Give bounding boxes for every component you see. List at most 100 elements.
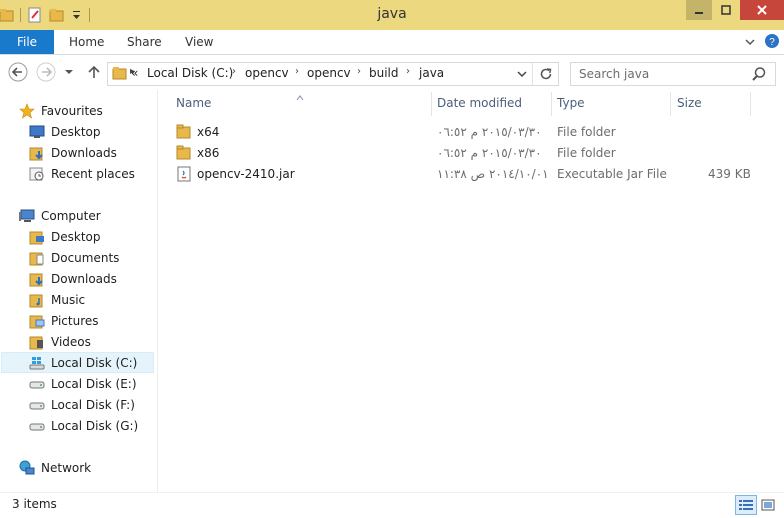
- desktop-folder-icon: [28, 229, 46, 245]
- search-icon[interactable]: [751, 66, 767, 85]
- forward-button[interactable]: [36, 62, 56, 82]
- nav-item-videos[interactable]: Videos: [28, 331, 91, 352]
- nav-item-documents[interactable]: Documents: [28, 247, 119, 268]
- file-list: Name Date modified Type Size x64 ٢٠١٥/٠٣…: [158, 90, 784, 492]
- column-headers: Name Date modified Type Size: [158, 90, 784, 118]
- breadcrumb-separator-icon[interactable]: ›: [295, 66, 299, 77]
- breadcrumb-overflow[interactable]: «: [131, 66, 138, 80]
- navigation-pane: Favourites Desktop Downloads Recent plac…: [0, 90, 158, 492]
- expand-ribbon-button[interactable]: [744, 36, 756, 51]
- up-button[interactable]: [84, 62, 104, 82]
- nav-item-desktop-2[interactable]: Desktop: [28, 226, 101, 247]
- documents-folder-icon: [28, 250, 46, 266]
- column-divider: [431, 92, 432, 116]
- column-header-type[interactable]: Type: [557, 96, 585, 110]
- downloads-folder-icon: [28, 145, 46, 161]
- up-arrow-icon: [88, 65, 100, 78]
- column-divider: [670, 92, 671, 116]
- column-divider: [750, 92, 751, 116]
- nav-item-music[interactable]: Music: [28, 289, 85, 310]
- refresh-button[interactable]: [538, 66, 554, 85]
- nav-item-recent-places[interactable]: Recent places: [28, 163, 135, 184]
- breadcrumb-opencv-2[interactable]: opencv: [307, 66, 351, 80]
- close-button[interactable]: [740, 0, 784, 20]
- nav-item-desktop[interactable]: Desktop: [28, 121, 101, 142]
- large-icons-view-icon: [761, 499, 775, 511]
- nav-item-local-disk-g[interactable]: Local Disk (G:): [28, 415, 138, 436]
- column-header-date-modified[interactable]: Date modified: [437, 96, 522, 110]
- nav-label: Desktop: [51, 229, 101, 244]
- breadcrumb-separator-icon[interactable]: ›: [357, 66, 361, 77]
- address-divider: [532, 63, 533, 85]
- folder-icon: [176, 145, 192, 164]
- nav-item-local-disk-c[interactable]: Local Disk (C:): [1, 352, 154, 373]
- breadcrumb-java[interactable]: java: [419, 66, 444, 80]
- minimize-button[interactable]: [686, 0, 712, 20]
- details-view-icon: [739, 500, 753, 510]
- address-dropdown-button[interactable]: [516, 68, 528, 83]
- pictures-folder-icon: [28, 313, 46, 329]
- folder-icon: [112, 66, 128, 83]
- address-bar[interactable]: ▸ « Local Disk (C:) › opencv › opencv › …: [107, 62, 559, 86]
- chevron-down-icon: [517, 71, 527, 78]
- help-icon: ?: [765, 34, 779, 48]
- tab-share[interactable]: Share: [127, 30, 162, 54]
- tab-home[interactable]: Home: [69, 30, 104, 54]
- help-button[interactable]: ?: [764, 33, 780, 52]
- status-bar: 3 items: [0, 492, 784, 518]
- details-view-button[interactable]: [735, 495, 757, 515]
- nav-network[interactable]: Network: [18, 457, 91, 478]
- downloads-folder-icon: [28, 271, 46, 287]
- file-row-x86[interactable]: x86 ٢٠١٥/٠٣/٣٠ م ٠٦:٥٢ File folder: [172, 143, 772, 164]
- large-icons-view-button[interactable]: [760, 497, 776, 513]
- breadcrumb-separator-icon[interactable]: ›: [406, 66, 410, 77]
- file-name: x86: [197, 146, 220, 160]
- tab-view[interactable]: View: [185, 30, 213, 54]
- drive-icon: [28, 397, 46, 413]
- nav-label: Favourites: [41, 103, 103, 118]
- back-arrow-icon: [8, 62, 28, 82]
- breadcrumb-build[interactable]: build: [369, 66, 399, 80]
- maximize-button[interactable]: [713, 0, 739, 20]
- nav-label: Downloads: [51, 271, 117, 286]
- recent-locations-button[interactable]: [62, 62, 76, 82]
- file-size: 439 KB: [708, 167, 751, 181]
- nav-label: Recent places: [51, 166, 135, 181]
- nav-label: Local Disk (E:): [51, 376, 137, 391]
- star-icon: [18, 102, 36, 119]
- window-title: java: [377, 6, 407, 22]
- file-row-opencv-jar[interactable]: opencv-2410.jar ٢٠١٤/١٠/٠١ ص ١١:٣٨ Execu…: [172, 164, 772, 185]
- nav-item-pictures[interactable]: Pictures: [28, 310, 99, 331]
- file-row-x64[interactable]: x64 ٢٠١٥/٠٣/٣٠ م ٠٦:٥٢ File folder: [172, 122, 772, 143]
- nav-favourites[interactable]: Favourites: [18, 100, 103, 121]
- desktop-icon: [28, 124, 46, 140]
- nav-item-local-disk-e[interactable]: Local Disk (E:): [28, 373, 137, 394]
- nav-label: Videos: [51, 334, 91, 349]
- chevron-down-icon: [65, 70, 73, 74]
- breadcrumb-opencv[interactable]: opencv: [245, 66, 289, 80]
- chevron-down-icon: [745, 39, 755, 46]
- search-input[interactable]: Search java: [570, 62, 776, 86]
- nav-label: Local Disk (G:): [51, 418, 139, 433]
- sort-ascending-icon: [296, 90, 304, 104]
- computer-icon: [18, 208, 36, 224]
- column-header-size[interactable]: Size: [677, 96, 702, 110]
- column-header-name[interactable]: Name: [176, 96, 211, 110]
- nav-label: Network: [41, 460, 92, 475]
- windows-drive-icon: [28, 355, 46, 371]
- folder-icon: [176, 124, 192, 143]
- back-button[interactable]: [8, 62, 28, 82]
- nav-computer[interactable]: Computer: [18, 205, 101, 226]
- nav-item-downloads[interactable]: Downloads: [28, 142, 117, 163]
- file-tab[interactable]: File: [0, 30, 54, 54]
- refresh-icon: [540, 68, 552, 80]
- nav-item-downloads-2[interactable]: Downloads: [28, 268, 117, 289]
- breadcrumb-local-disk[interactable]: Local Disk (C:): [147, 66, 233, 80]
- drive-icon: [28, 418, 46, 434]
- videos-folder-icon: [28, 334, 46, 350]
- breadcrumb-separator-icon[interactable]: ›: [232, 66, 236, 77]
- nav-item-local-disk-f[interactable]: Local Disk (F:): [28, 394, 135, 415]
- file-type: Executable Jar File: [557, 167, 667, 181]
- drive-icon: [28, 376, 46, 392]
- nav-label: Music: [51, 292, 86, 307]
